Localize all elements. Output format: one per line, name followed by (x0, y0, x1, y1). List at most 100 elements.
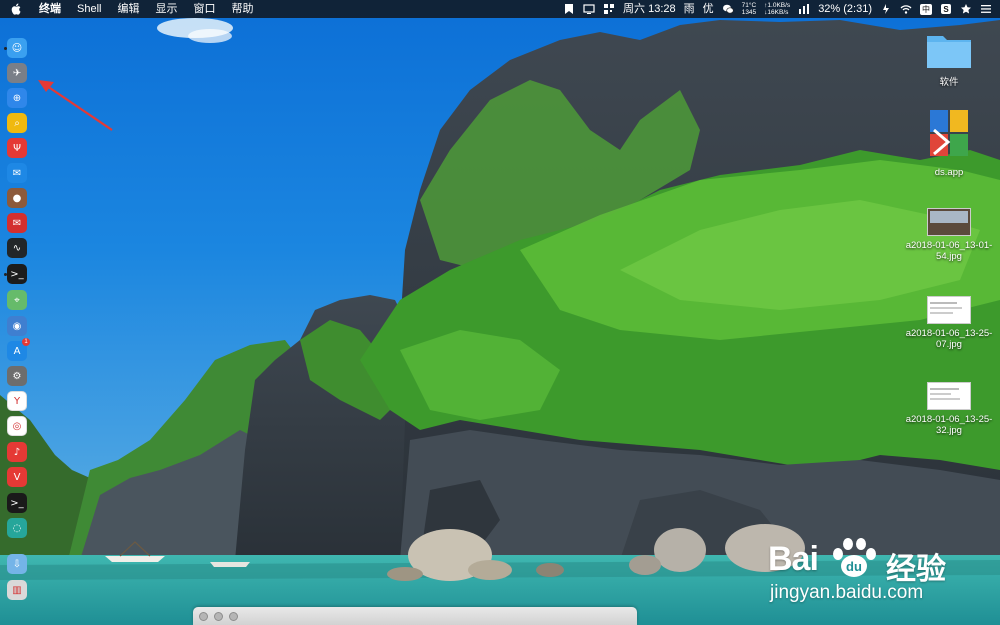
dock-item-yandex[interactable]: Y (7, 391, 27, 411)
dock-item-launchpad[interactable]: ✈ (7, 63, 27, 83)
image-thumbnail-icon (927, 208, 971, 236)
weather[interactable]: 雨 (684, 0, 695, 18)
close-button[interactable] (199, 612, 208, 621)
net-up: ↑1.0KB/s (764, 2, 791, 9)
vivaldi-icon: V (13, 471, 21, 483)
paw-logo-icon: du (833, 538, 876, 577)
running-indicator (4, 273, 7, 276)
menu-bar: 终端 Shell 编辑 显示 窗口 帮助 周六 13:28 雨 优 71°C 1… (0, 0, 1000, 18)
network-stats[interactable]: ↑1.0KB/s ↓16KB/s (764, 2, 790, 16)
dock-item-activity-monitor[interactable]: ∿ (7, 238, 27, 258)
dock-item-app-store[interactable]: A1 (7, 338, 30, 361)
downloads-icon: ⇩ (12, 558, 22, 570)
dock-item-netease-music[interactable]: ♪ (7, 442, 27, 462)
dock-item-chat-bubble[interactable]: ◌ (7, 518, 27, 538)
image-search-icon: ⌕ (14, 117, 20, 129)
app-red-fork-icon: Ψ (13, 142, 21, 154)
desktop-app-ds[interactable]: ds.app (904, 108, 994, 178)
stats-icon[interactable] (798, 3, 810, 15)
cpu-temp: 71°C (741, 2, 757, 9)
minimize-button[interactable] (214, 612, 223, 621)
battery-icon[interactable] (880, 3, 892, 15)
battery-text[interactable]: 32% (2:31) (818, 0, 872, 18)
folder-icon (927, 36, 971, 68)
menu-shell[interactable]: Shell (69, 0, 109, 18)
svg-text:du: du (846, 559, 862, 574)
svg-text:S: S (943, 5, 949, 14)
zoom-button[interactable] (229, 612, 238, 621)
desktop-icon-label: ds.app (934, 167, 964, 178)
minimized-window-titlebar[interactable] (193, 607, 637, 625)
dock-item-wood-ball[interactable]: ● (7, 188, 27, 208)
desktop-icon-label: a2018-01-06_13-01-54.jpg (905, 240, 993, 262)
dock-item-safari[interactable]: ⊕ (7, 88, 27, 108)
wechat-icon[interactable] (722, 3, 734, 15)
baidu-watermark: Bai du 经验 jingyan.baidu.com (768, 538, 988, 610)
skype-icon[interactable]: S (940, 3, 952, 15)
dock-item-chat-app[interactable]: ✉ (7, 163, 27, 183)
maps-icon: ⌖ (14, 294, 20, 306)
dock-item-siri[interactable]: ◉ (7, 316, 27, 336)
terminal-icon: >_ (10, 268, 24, 280)
datetime[interactable]: 周六 13:28 (623, 0, 676, 18)
status-area: 周六 13:28 雨 优 71°C 1345 ↑1.0KB/s ↓16KB/s … (555, 0, 1000, 18)
dock-item-system-preferences[interactable]: ⚙ (7, 366, 27, 386)
annotation-arrow (38, 80, 113, 131)
net-down: ↓16KB/s (764, 9, 789, 16)
fan-speed: 1345 (741, 9, 757, 16)
dock-item-terminal-2[interactable]: >_ (7, 493, 27, 513)
wifi-icon[interactable] (900, 3, 912, 15)
star-icon[interactable] (960, 3, 972, 15)
mail-red-icon: ✉ (12, 217, 22, 229)
yandex-icon: Y (13, 395, 21, 407)
display-icon[interactable] (583, 3, 595, 15)
chat-bubble-icon: ◌ (12, 522, 22, 534)
chat-app-icon: ✉ (12, 167, 22, 179)
dock-item-image-search[interactable]: ⌕ (7, 113, 27, 133)
wood-ball-icon: ● (12, 192, 22, 204)
menu-edit[interactable]: 编辑 (109, 0, 147, 18)
ds-app-icon (930, 110, 968, 156)
list-icon[interactable] (980, 3, 992, 15)
input-method-icon[interactable]: 中 (920, 3, 932, 15)
dock-item-chrome[interactable]: ◎ (7, 416, 27, 436)
desktop-icon-label: a2018-01-06_13-25-07.jpg (905, 328, 993, 350)
desktop-icon-label: a2018-01-06_13-25-32.jpg (905, 414, 993, 436)
dock-item-app-red-fork[interactable]: Ψ (7, 138, 27, 158)
dock-item-finder[interactable]: ☺ (4, 38, 27, 58)
desktop-image-1[interactable]: a2018-01-06_13-01-54.jpg (904, 208, 994, 262)
siri-icon: ◉ (12, 320, 22, 332)
finder-icon: ☺ (11, 42, 23, 54)
dock-item-trash[interactable]: ▥ (7, 580, 27, 600)
dock-item-maps[interactable]: ⌖ (7, 290, 27, 310)
watermark-url: jingyan.baidu.com (770, 582, 924, 603)
desktop-wallpaper (0, 0, 1000, 625)
app-store-icon: A (13, 345, 21, 357)
menu-window[interactable]: 窗口 (185, 0, 223, 18)
desktop-icon-label: 软件 (939, 77, 959, 88)
cpu-stats[interactable]: 71°C 1345 (742, 2, 757, 16)
qr-icon[interactable] (603, 3, 615, 15)
terminal-2-icon: >_ (10, 497, 24, 509)
chrome-icon: ◎ (12, 420, 22, 432)
dock-item-terminal[interactable]: >_ (4, 264, 27, 284)
notification-badge: 1 (22, 338, 30, 346)
dock-item-mail-red[interactable]: ✉ (7, 213, 27, 233)
menu-app-name[interactable]: 终端 (31, 0, 69, 18)
desktop-image-3[interactable]: a2018-01-06_13-25-32.jpg (904, 382, 994, 436)
menu-help[interactable]: 帮助 (223, 0, 261, 18)
safari-icon: ⊕ (12, 92, 22, 104)
launchpad-icon: ✈ (12, 67, 22, 79)
wallpaper-landscape (0, 18, 1000, 625)
bookmark-icon[interactable] (563, 3, 575, 15)
desktop-image-2[interactable]: a2018-01-06_13-25-07.jpg (904, 296, 994, 350)
air-quality[interactable]: 优 (703, 0, 714, 18)
apple-icon[interactable] (9, 2, 23, 16)
desktop-folder-software[interactable]: 软件 (904, 30, 994, 88)
watermark-logo: Bai (768, 540, 819, 578)
dock-item-vivaldi[interactable]: V (7, 467, 27, 487)
trash-icon: ▥ (12, 584, 22, 596)
menu-view[interactable]: 显示 (147, 0, 185, 18)
dock-item-downloads[interactable]: ⇩ (7, 554, 27, 574)
activity-monitor-icon: ∿ (12, 242, 22, 254)
